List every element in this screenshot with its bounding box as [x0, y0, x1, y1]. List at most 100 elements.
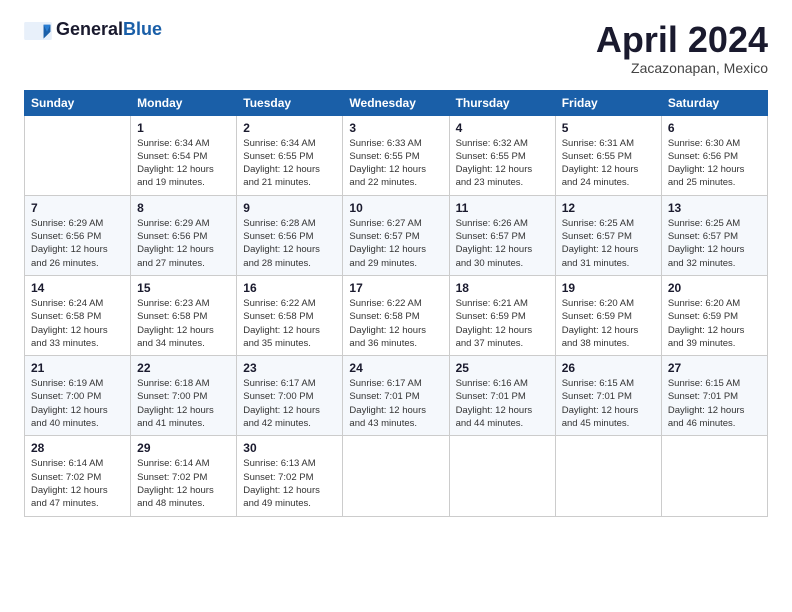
calendar-day-cell: 21Sunrise: 6:19 AM Sunset: 7:00 PM Dayli… [25, 356, 131, 436]
logo: GeneralBlue [24, 20, 162, 40]
calendar-day-cell: 4 Sunrise: 6:32 AM Sunset: 6:55 PM Daylig… [449, 115, 555, 195]
calendar-day-cell: 14 Sunrise: 6:24 AM Sunset: 6:58 PM Dayli… [25, 275, 131, 355]
calendar-day-cell: 18 Sunrise: 6:21 AM Sunset: 6:59 PM Dayli… [449, 275, 555, 355]
day-info: Sunrise: 6:34 AM Sunset: 6:55 PM Dayligh… [243, 137, 336, 190]
day-number: 11 [456, 201, 549, 215]
day-info: Sunrise: 6:13 AM Sunset: 7:02 PM Dayligh… [243, 457, 336, 510]
calendar-week-row: 14 Sunrise: 6:24 AM Sunset: 6:58 PM Dayli… [25, 275, 768, 355]
calendar-day-cell: 9 Sunrise: 6:28 AM Sunset: 6:56 PM Daylig… [237, 195, 343, 275]
weekday-header: Monday [131, 90, 237, 115]
calendar-day-cell [449, 436, 555, 516]
day-info: Sunrise: 6:15 AM Sunset: 7:01 PM Dayligh… [562, 377, 655, 430]
calendar-day-cell: 20 Sunrise: 6:20 AM Sunset: 6:59 PM Dayli… [661, 275, 767, 355]
calendar-week-row: 28 Sunrise: 6:14 AM Sunset: 7:02 PM Dayli… [25, 436, 768, 516]
day-number: 13 [668, 201, 761, 215]
calendar-day-cell: 15Sunrise: 6:23 AM Sunset: 6:58 PM Dayli… [131, 275, 237, 355]
calendar-day-cell: 6 Sunrise: 6:30 AM Sunset: 6:56 PM Daylig… [661, 115, 767, 195]
calendar-day-cell: 12 Sunrise: 6:25 AM Sunset: 6:57 PM Dayli… [555, 195, 661, 275]
calendar-day-cell: 1Sunrise: 6:34 AM Sunset: 6:54 PM Daylig… [131, 115, 237, 195]
weekday-header: Sunday [25, 90, 131, 115]
day-number: 18 [456, 281, 549, 295]
logo-text: GeneralBlue [56, 19, 162, 39]
day-info: Sunrise: 6:27 AM Sunset: 6:57 PM Dayligh… [349, 217, 442, 270]
day-info: Sunrise: 6:24 AM Sunset: 6:58 PM Dayligh… [31, 297, 124, 350]
day-number: 8 [137, 201, 230, 215]
day-info: Sunrise: 6:28 AM Sunset: 6:56 PM Dayligh… [243, 217, 336, 270]
calendar-day-cell [555, 436, 661, 516]
day-number: 24 [349, 361, 442, 375]
day-number: 6 [668, 121, 761, 135]
day-info: Sunrise: 6:21 AM Sunset: 6:59 PM Dayligh… [456, 297, 549, 350]
day-info: Sunrise: 6:18 AM Sunset: 7:00 PM Dayligh… [137, 377, 230, 430]
day-number: 14 [31, 281, 124, 295]
day-info: Sunrise: 6:25 AM Sunset: 6:57 PM Dayligh… [668, 217, 761, 270]
day-number: 10 [349, 201, 442, 215]
day-info: Sunrise: 6:22 AM Sunset: 6:58 PM Dayligh… [349, 297, 442, 350]
day-info: Sunrise: 6:26 AM Sunset: 6:57 PM Dayligh… [456, 217, 549, 270]
calendar-day-cell [343, 436, 449, 516]
day-number: 5 [562, 121, 655, 135]
day-info: Sunrise: 6:34 AM Sunset: 6:54 PM Dayligh… [137, 137, 230, 190]
calendar-day-cell: 8Sunrise: 6:29 AM Sunset: 6:56 PM Daylig… [131, 195, 237, 275]
day-number: 30 [243, 441, 336, 455]
day-number: 2 [243, 121, 336, 135]
calendar-day-cell [661, 436, 767, 516]
day-number: 27 [668, 361, 761, 375]
day-info: Sunrise: 6:20 AM Sunset: 6:59 PM Dayligh… [562, 297, 655, 350]
calendar-day-cell: 25 Sunrise: 6:16 AM Sunset: 7:01 PM Dayli… [449, 356, 555, 436]
weekday-header: Friday [555, 90, 661, 115]
day-number: 15 [137, 281, 230, 295]
day-info: Sunrise: 6:22 AM Sunset: 6:58 PM Dayligh… [243, 297, 336, 350]
calendar-day-cell: 3 Sunrise: 6:33 AM Sunset: 6:55 PM Daylig… [343, 115, 449, 195]
calendar-day-cell: 19Sunrise: 6:20 AM Sunset: 6:59 PM Dayli… [555, 275, 661, 355]
calendar-week-row: 1Sunrise: 6:34 AM Sunset: 6:54 PM Daylig… [25, 115, 768, 195]
day-number: 25 [456, 361, 549, 375]
day-number: 9 [243, 201, 336, 215]
day-info: Sunrise: 6:16 AM Sunset: 7:01 PM Dayligh… [456, 377, 549, 430]
calendar-table: SundayMondayTuesdayWednesdayThursdayFrid… [24, 90, 768, 517]
day-number: 17 [349, 281, 442, 295]
calendar-day-cell: 28 Sunrise: 6:14 AM Sunset: 7:02 PM Dayli… [25, 436, 131, 516]
day-info: Sunrise: 6:14 AM Sunset: 7:02 PM Dayligh… [31, 457, 124, 510]
day-number: 22 [137, 361, 230, 375]
calendar-day-cell: 26 Sunrise: 6:15 AM Sunset: 7:01 PM Dayli… [555, 356, 661, 436]
day-number: 16 [243, 281, 336, 295]
weekday-header: Wednesday [343, 90, 449, 115]
calendar-day-cell: 2 Sunrise: 6:34 AM Sunset: 6:55 PM Daylig… [237, 115, 343, 195]
day-info: Sunrise: 6:30 AM Sunset: 6:56 PM Dayligh… [668, 137, 761, 190]
calendar-day-cell: 11 Sunrise: 6:26 AM Sunset: 6:57 PM Dayli… [449, 195, 555, 275]
day-number: 3 [349, 121, 442, 135]
calendar-day-cell: 27 Sunrise: 6:15 AM Sunset: 7:01 PM Dayli… [661, 356, 767, 436]
calendar-week-row: 21Sunrise: 6:19 AM Sunset: 7:00 PM Dayli… [25, 356, 768, 436]
calendar-day-cell: 10 Sunrise: 6:27 AM Sunset: 6:57 PM Dayli… [343, 195, 449, 275]
day-info: Sunrise: 6:20 AM Sunset: 6:59 PM Dayligh… [668, 297, 761, 350]
day-info: Sunrise: 6:33 AM Sunset: 6:55 PM Dayligh… [349, 137, 442, 190]
weekday-header: Saturday [661, 90, 767, 115]
day-info: Sunrise: 6:32 AM Sunset: 6:55 PM Dayligh… [456, 137, 549, 190]
title-area: April 2024 Zacazonapan, Mexico [596, 20, 768, 76]
day-number: 29 [137, 441, 230, 455]
day-number: 7 [31, 201, 124, 215]
day-info: Sunrise: 6:25 AM Sunset: 6:57 PM Dayligh… [562, 217, 655, 270]
calendar-day-cell: 30 Sunrise: 6:13 AM Sunset: 7:02 PM Dayli… [237, 436, 343, 516]
day-info: Sunrise: 6:31 AM Sunset: 6:55 PM Dayligh… [562, 137, 655, 190]
day-number: 20 [668, 281, 761, 295]
day-number: 4 [456, 121, 549, 135]
calendar-day-cell: 7 Sunrise: 6:29 AM Sunset: 6:56 PM Daylig… [25, 195, 131, 275]
day-number: 23 [243, 361, 336, 375]
calendar-day-cell: 22 Sunrise: 6:18 AM Sunset: 7:00 PM Dayli… [131, 356, 237, 436]
day-info: Sunrise: 6:29 AM Sunset: 6:56 PM Dayligh… [31, 217, 124, 270]
day-number: 12 [562, 201, 655, 215]
calendar-week-row: 7 Sunrise: 6:29 AM Sunset: 6:56 PM Daylig… [25, 195, 768, 275]
weekday-header: Tuesday [237, 90, 343, 115]
day-info: Sunrise: 6:17 AM Sunset: 7:01 PM Dayligh… [349, 377, 442, 430]
day-number: 26 [562, 361, 655, 375]
day-info: Sunrise: 6:14 AM Sunset: 7:02 PM Dayligh… [137, 457, 230, 510]
weekday-header: Thursday [449, 90, 555, 115]
day-info: Sunrise: 6:17 AM Sunset: 7:00 PM Dayligh… [243, 377, 336, 430]
day-info: Sunrise: 6:15 AM Sunset: 7:01 PM Dayligh… [668, 377, 761, 430]
calendar-day-cell: 5 Sunrise: 6:31 AM Sunset: 6:55 PM Daylig… [555, 115, 661, 195]
calendar-day-cell [25, 115, 131, 195]
day-number: 28 [31, 441, 124, 455]
calendar-day-cell: 29 Sunrise: 6:14 AM Sunset: 7:02 PM Dayli… [131, 436, 237, 516]
